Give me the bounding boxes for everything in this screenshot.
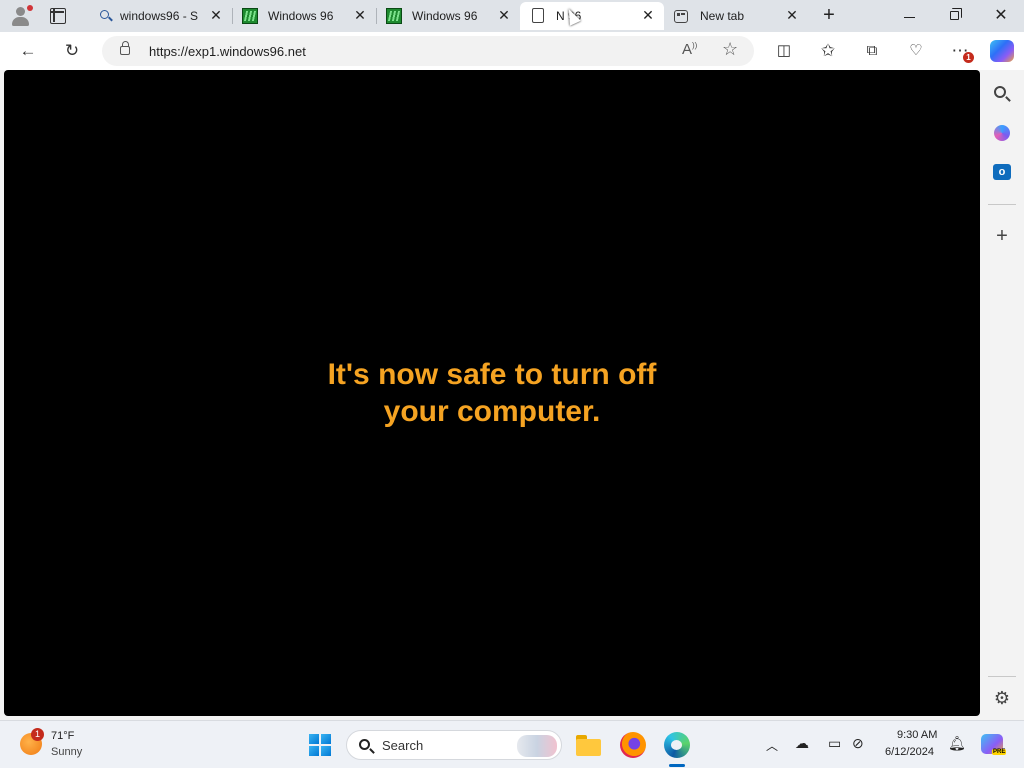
profile-icon[interactable] <box>10 5 33 27</box>
edge-icon[interactable] <box>664 732 690 758</box>
web-page-content: It's now safe to turn off your computer. <box>4 70 980 716</box>
sidebar-divider <box>988 204 1016 205</box>
tab-title: Windows 96 <box>268 9 334 23</box>
tab-windows96-2[interactable]: Windows 96 ✕ <box>376 2 520 30</box>
firefox-icon[interactable] <box>620 732 646 758</box>
close-tab-icon[interactable]: ✕ <box>352 7 368 23</box>
restore-icon <box>950 8 962 20</box>
minimize-button[interactable] <box>886 0 932 32</box>
tab-actions-icon[interactable] <box>50 8 66 24</box>
tab-strip: windows96 - S ✕ Windows 96 ✕ Windows 96 … <box>0 0 1024 32</box>
sidebar-settings-icon[interactable]: ⚙ <box>990 686 1014 710</box>
onedrive-offline-icon[interactable]: ☁ <box>795 735 809 752</box>
clock-date[interactable]: 6/12/2024 <box>885 746 934 758</box>
copilot-preview-badge: PRE <box>992 749 1007 755</box>
refresh-button[interactable]: ↻ <box>58 38 86 64</box>
profile-notification-dot <box>27 5 33 11</box>
show-hidden-icons-chevron-icon[interactable]: ︿ <box>766 737 778 754</box>
split-screen-button[interactable]: ◫ <box>770 38 798 64</box>
sidebar-search-icon[interactable] <box>994 86 1006 98</box>
favorite-star-icon[interactable]: ☆ <box>722 39 738 60</box>
taskbar-search-box[interactable]: Search <box>346 730 562 760</box>
tab-title: Windows 96 <box>412 9 478 23</box>
minimize-icon <box>903 16 915 18</box>
close-tab-icon[interactable]: ✕ <box>784 7 800 23</box>
tab-new-tab[interactable]: New tab ✕ <box>664 2 808 30</box>
new-tab-button[interactable]: + <box>819 5 839 26</box>
weather-badge: 1 <box>31 728 44 741</box>
sidebar-copilot-icon[interactable] <box>994 125 1010 141</box>
tab-title: windows96 - S <box>120 9 198 23</box>
windows-logo-pane <box>321 746 331 756</box>
taskbar: 1 71°F Sunny Search ︿ ☁ ▭ ⊘ 9:30 AM 6/12… <box>0 720 1024 768</box>
page-icon <box>532 8 544 23</box>
back-button[interactable]: ← <box>14 38 42 64</box>
start-button[interactable] <box>309 734 331 756</box>
weather-temperature[interactable]: 71°F <box>51 730 74 742</box>
windows96-icon <box>386 8 402 24</box>
close-window-button[interactable]: ✕ <box>978 0 1024 32</box>
shutdown-message: It's now safe to turn off your computer. <box>4 356 980 430</box>
collections-button[interactable]: ⧉ <box>858 38 886 64</box>
browser-essentials-button[interactable]: ♡ <box>902 38 930 64</box>
sidebar-add-icon[interactable]: + <box>990 224 1014 248</box>
search-icon <box>100 10 109 19</box>
network-icon[interactable]: ⊘ <box>852 735 864 752</box>
restore-button[interactable] <box>932 0 978 32</box>
lock-icon[interactable] <box>120 41 130 55</box>
browser-toolbar: ← ↻ https://exp1.windows96.net A)) ☆ ◫ ✩… <box>0 32 1024 70</box>
message-line-1: It's now safe to turn off <box>327 358 657 391</box>
tab-windows96-search[interactable]: windows96 - S ✕ <box>88 2 233 30</box>
tab-title: New tab <box>700 9 745 23</box>
close-tab-icon[interactable]: ✕ <box>640 7 656 23</box>
message-line-2: your computer. <box>383 395 601 428</box>
tab-windows96-1[interactable]: Windows 96 ✕ <box>232 2 377 30</box>
tab-n96-active[interactable]: N 96 ✕ <box>520 2 664 30</box>
notification-badge: 1 <box>963 52 974 63</box>
windows-logo-pane <box>321 734 331 744</box>
sidebar-divider <box>988 676 1016 677</box>
file-explorer-icon[interactable] <box>576 732 602 758</box>
favorites-button[interactable]: ✩ <box>814 38 842 64</box>
windows96-icon <box>242 8 258 24</box>
newtab-icon <box>674 10 688 23</box>
windows-logo-pane <box>309 746 319 756</box>
active-app-indicator <box>669 764 685 767</box>
url-text[interactable]: https://exp1.windows96.net <box>149 44 306 59</box>
notification-bell-icon[interactable]: 🔔︎ <box>948 735 966 752</box>
edge-sidebar: o + ⚙ <box>980 70 1024 716</box>
windows-logo-pane <box>309 734 319 744</box>
copilot-icon[interactable] <box>990 40 1014 62</box>
close-tab-icon[interactable]: ✕ <box>496 7 512 23</box>
close-tab-icon[interactable]: ✕ <box>208 7 224 23</box>
display-icon[interactable]: ▭ <box>828 735 841 752</box>
taskbar-search-label: Search <box>382 738 424 753</box>
clock-time[interactable]: 9:30 AM <box>897 729 937 741</box>
read-aloud-icon[interactable]: A)) <box>682 41 697 58</box>
address-bar[interactable]: https://exp1.windows96.net A)) ☆ <box>102 36 754 66</box>
search-icon <box>359 739 370 750</box>
weather-condition[interactable]: Sunny <box>51 746 82 758</box>
search-highlight-icon <box>517 735 557 757</box>
sidebar-outlook-icon[interactable]: o <box>993 164 1011 180</box>
